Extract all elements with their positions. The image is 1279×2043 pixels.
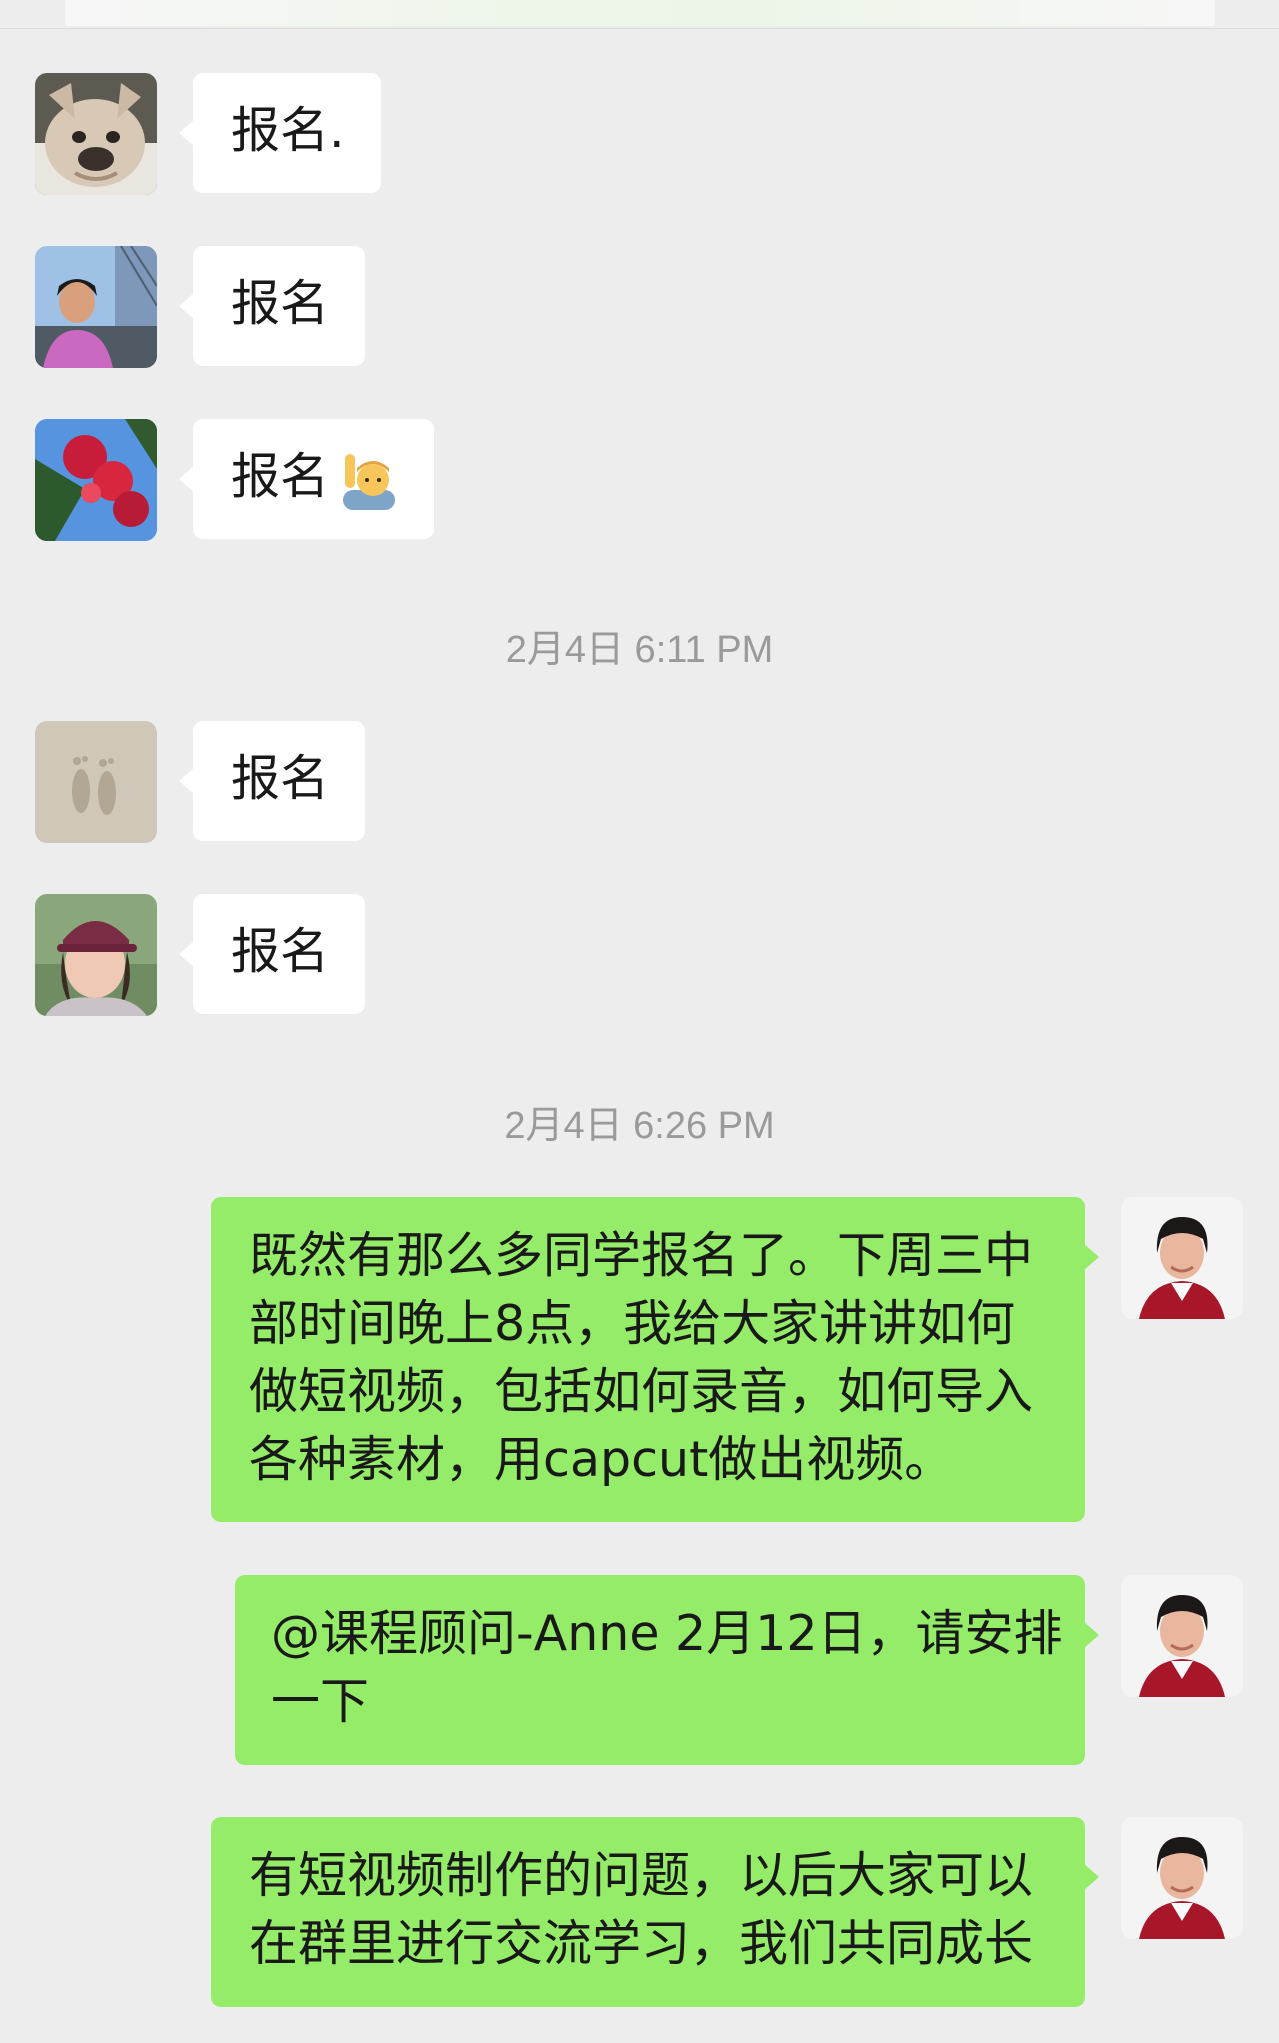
message-line: @课程顾问-Anne 2月12日，请安排	[271, 1605, 1063, 1662]
message-bubble[interactable]: @课程顾问-Anne 2月12日，请安排 一下	[235, 1575, 1099, 1765]
message-bubble[interactable]: 报名	[179, 419, 434, 539]
woman-red-jacket-avatar[interactable]	[1121, 1197, 1243, 1319]
woman-cap-avatar[interactable]	[35, 894, 157, 1016]
message-bubble[interactable]: 报名.	[179, 73, 381, 193]
person-raising-hand-icon	[343, 453, 396, 510]
woman-red-jacket-avatar[interactable]	[1121, 1817, 1243, 1939]
woman-red-jacket-avatar[interactable]	[1121, 1575, 1243, 1697]
footprints-avatar[interactable]	[35, 721, 157, 843]
timestamp: 2月4日 6:26 PM	[504, 1105, 775, 1147]
message-bubble[interactable]: 报名	[179, 894, 365, 1014]
message-line: 做短视频，包括如何录音，如何导入	[249, 1363, 1034, 1420]
message-bubble[interactable]: 报名	[179, 246, 365, 366]
message-text: 报名.	[231, 102, 345, 159]
message-line: 各种素材，用capcut做出视频。	[249, 1431, 954, 1488]
french-bulldog-avatar[interactable]	[35, 73, 157, 195]
message-bubble[interactable]: 既然有那么多同学报名了。下周三中 部时间晚上8点，我给大家讲讲如何 做短视频，包…	[211, 1197, 1099, 1522]
message-line: 有短视频制作的问题，以后大家可以	[249, 1847, 1034, 1904]
message-line: 既然有那么多同学报名了。下周三中	[249, 1227, 1034, 1284]
message-text: 报名	[231, 923, 330, 980]
message-bubble[interactable]: 有短视频制作的问题，以后大家可以 在群里进行交流学习，我们共同成长	[211, 1817, 1099, 2007]
message-text: 报名	[231, 443, 434, 511]
top-bar	[0, 0, 1279, 29]
message-text: 报名	[231, 750, 330, 807]
red-flower-avatar[interactable]	[35, 419, 157, 541]
top-divider	[65, 0, 1215, 26]
woman-bridge-avatar[interactable]	[35, 246, 157, 368]
message-line: 部时间晚上8点，我给大家讲讲如何	[249, 1295, 1016, 1352]
message-line: 在群里进行交流学习，我们共同成长	[249, 1915, 1034, 1972]
timestamp: 2月4日 6:11 PM	[505, 629, 774, 671]
message-text: 报名	[231, 275, 330, 332]
message-line: 一下	[271, 1673, 370, 1730]
message-bubble[interactable]: 报名	[179, 721, 365, 841]
